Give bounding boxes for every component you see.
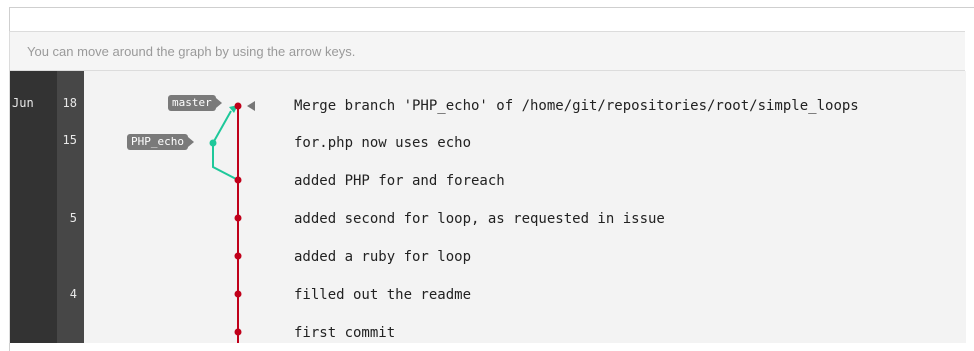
php-echo-branch-line [212,110,239,181]
commit-dot [234,176,242,184]
commit-graph[interactable]: Jun 18 15 5 4 master PHP_echo Merge bran… [9,71,966,343]
commit-message[interactable]: Merge branch 'PHP_echo' of /home/git/rep… [294,97,859,115]
commit-dot [234,252,242,260]
ref-tag-master[interactable]: master [168,95,222,111]
commit-dot [234,102,242,110]
keyboard-hint: You can move around the graph by using t… [27,44,356,59]
ref-tag-php-echo[interactable]: PHP_echo [127,134,194,150]
commit-dot [234,290,242,298]
commit-dot [234,214,242,222]
commit-dot-php-echo [209,139,217,147]
head-pointer-icon [247,101,255,111]
commit-message[interactable]: added second for loop, as requested in i… [294,210,665,228]
commit-dot [234,328,242,336]
commit-message[interactable]: added PHP for and foreach [294,172,505,190]
commit-message[interactable]: added a ruby for loop [294,248,471,266]
keyboard-hint-bar: You can move around the graph by using t… [9,31,965,71]
commit-message[interactable]: filled out the readme [294,286,471,304]
commit-message[interactable]: for.php now uses echo [294,134,471,152]
commit-message[interactable]: first commit [294,324,395,342]
